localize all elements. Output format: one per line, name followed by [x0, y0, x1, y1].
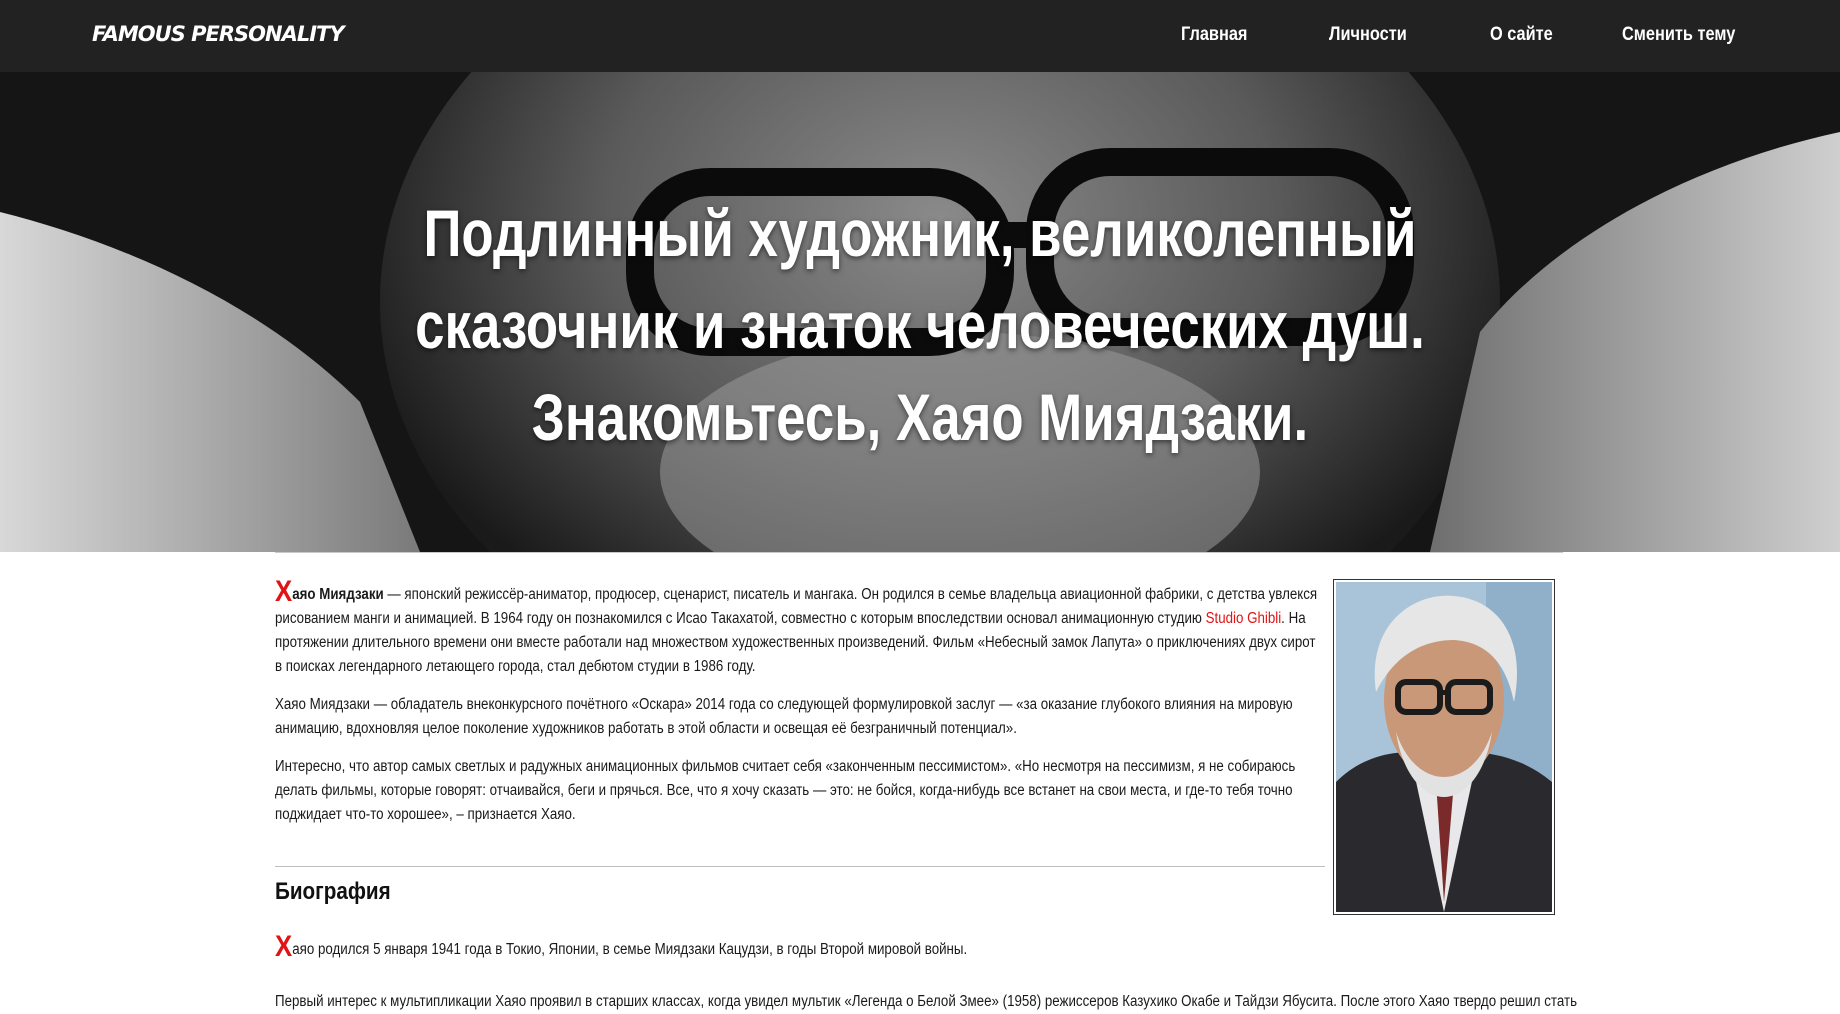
nav-item-change-theme[interactable]: Сменить тему: [1622, 24, 1735, 46]
hero-headline-line-1: Подлинный художник, великолепный: [423, 196, 1417, 270]
biography-paragraph-1: Хаяо родился 5 января 1941 года в Токио,…: [275, 932, 1495, 962]
article-intro: Хаяо Миядзаки — японский режиссёр-анимат…: [275, 577, 1325, 841]
article-paragraph-3: Интересно, что автор самых светлых и рад…: [275, 758, 1296, 823]
hero-headline-line-3: Знакомьтесь, Хаяо Миядзаки.: [531, 380, 1309, 454]
nav-item-personalities[interactable]: Личности: [1329, 24, 1407, 46]
hero-banner: Подлинный художник, великолепный сказочн…: [0, 72, 1840, 552]
studio-ghibli-link[interactable]: Studio Ghibli: [1206, 610, 1282, 627]
brand-logo[interactable]: FAMOUS PERSONALITY: [92, 22, 345, 46]
drop-cap: Х: [275, 930, 293, 963]
content-divider: [275, 552, 1563, 553]
person-name: аяо Миядзаки: [292, 586, 384, 603]
nav-item-about[interactable]: О сайте: [1490, 24, 1553, 46]
article-paragraph-1: Хаяо Миядзаки — японский режиссёр-анимат…: [275, 577, 1324, 679]
biography-paragraph-2: Первый интерес к мультипликации Хаяо про…: [275, 990, 1595, 1014]
section-title-biography: Биография: [275, 878, 391, 905]
section-divider: [275, 866, 1325, 867]
hero-headline-line-2: сказочник и знаток человеческих душ.: [415, 288, 1425, 362]
portrait-photo: [1333, 579, 1555, 915]
paragraph-text: — японский режиссёр-аниматор, продюсер, …: [275, 586, 1318, 627]
nav-item-home[interactable]: Главная: [1181, 24, 1247, 46]
paragraph-text: Первый интерес к мультипликации Хаяо про…: [275, 993, 1578, 1010]
top-navbar: FAMOUS PERSONALITY Главная Личности О са…: [0, 0, 1840, 72]
hero-headline: Подлинный художник, великолепный сказочн…: [184, 187, 1656, 463]
paragraph-text: аяо родился 5 января 1941 года в Токио, …: [292, 941, 968, 958]
drop-cap: Х: [275, 575, 293, 608]
miyazaki-portrait-image: [1336, 582, 1552, 912]
main-content: Хаяо Миядзаки — японский режиссёр-анимат…: [275, 552, 1577, 1010]
article-paragraph-2: Хаяо Миядзаки — обладатель внеконкурсног…: [275, 696, 1293, 737]
